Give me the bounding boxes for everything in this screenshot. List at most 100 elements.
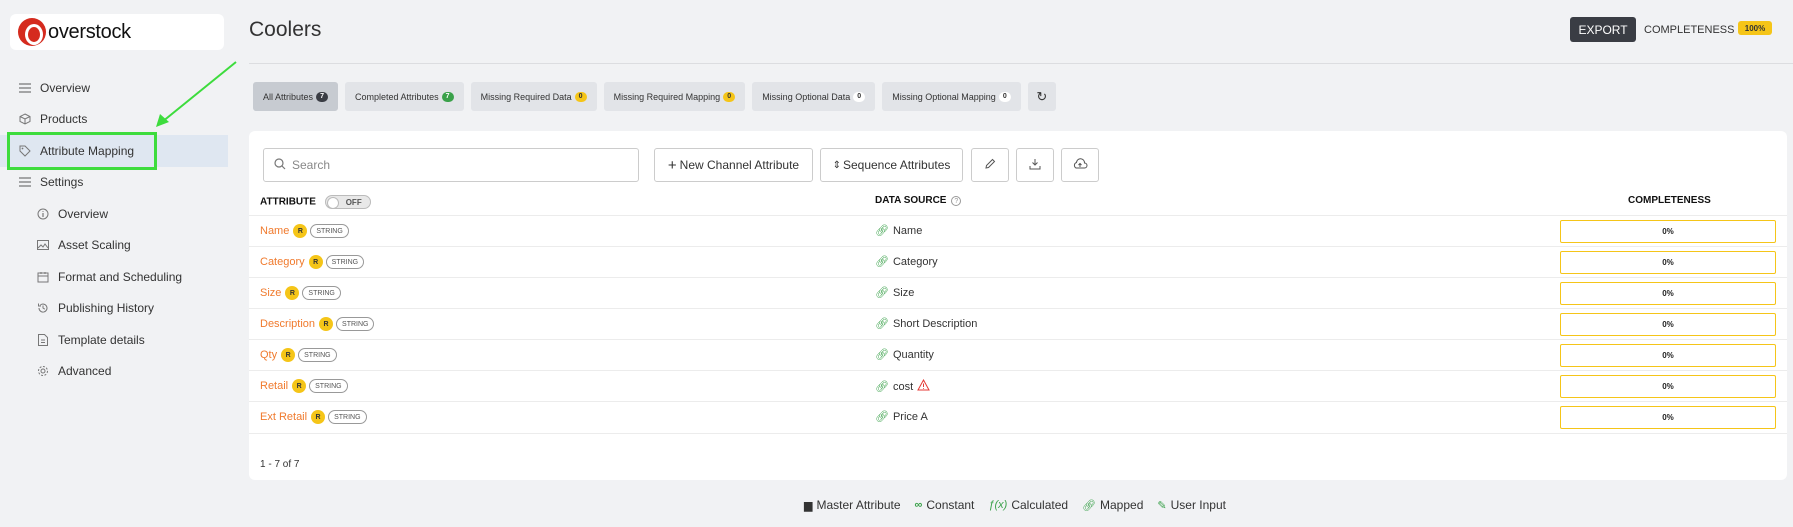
info-icon [36, 207, 50, 221]
tab-missing-required-data[interactable]: Missing Required Data 0 [470, 82, 597, 111]
pagination-info: 1 - 7 of 7 [260, 459, 300, 470]
refresh-button[interactable]: ↻ [1027, 82, 1056, 111]
required-badge: R [285, 286, 300, 300]
type-badge: STRING [325, 255, 365, 269]
table-row: Name R STRING 🔗︎ Name 0% [249, 215, 1787, 246]
sidebar-item-format-scheduling[interactable]: Format and Scheduling [0, 261, 228, 293]
required-badge: R [311, 410, 326, 424]
sidebar-item-publishing-history[interactable]: Publishing History [0, 293, 228, 325]
attribute-toggle[interactable]: OFF [324, 195, 371, 209]
sequence-attributes-button[interactable]: ⇕ Sequence Attributes [820, 148, 963, 182]
export-button[interactable]: EXPORT [1570, 17, 1636, 42]
sidebar-item-advanced[interactable]: Advanced [0, 356, 228, 388]
sidebar-item-label: Format and Scheduling [58, 269, 183, 284]
sidebar-item-label: Overview [40, 80, 91, 95]
sidebar-item-asset-scaling[interactable]: Asset Scaling [0, 230, 228, 262]
link-icon: 🔗︎ [875, 411, 889, 423]
legend-item-calculated: ƒ(x) Calculated [988, 498, 1068, 512]
menu-icon [18, 81, 32, 95]
search-input[interactable]: Search [263, 148, 639, 182]
data-source-value[interactable]: Price A [893, 411, 928, 423]
master-icon: ▆ [804, 499, 813, 512]
tab-missing-required-mapping[interactable]: Missing Required Mapping 0 [603, 82, 746, 111]
table-row: Category R STRING 🔗︎ Category 0% [249, 246, 1787, 277]
attribute-link[interactable]: Description [260, 318, 315, 330]
annotation-highlight-box [7, 132, 157, 170]
cloud-upload-icon [1072, 157, 1088, 173]
button-label: Sequence Attributes [842, 158, 951, 172]
tab-label: All Attributes [263, 91, 314, 102]
type-badge: STRING [336, 317, 375, 331]
sidebar-item-label: Asset Scaling [58, 238, 131, 253]
data-source-value[interactable]: cost [893, 381, 913, 393]
data-source-value[interactable]: Size [893, 287, 914, 299]
attribute-link[interactable]: Name [260, 225, 289, 237]
tab-count: 7 [316, 91, 329, 102]
column-header-label: ATTRIBUTE [260, 196, 316, 208]
tab-all-attributes[interactable]: All Attributes 7 [253, 82, 339, 111]
legend-label: User Input [1170, 498, 1226, 512]
table-row: Ext Retail R STRING 🔗︎ Price A 0% [249, 401, 1787, 432]
calendar-icon [36, 270, 50, 284]
edit-button[interactable] [971, 148, 1009, 182]
help-icon[interactable]: ? [951, 196, 962, 206]
data-source-value[interactable]: Category [893, 256, 938, 268]
type-badge: STRING [298, 348, 337, 362]
search-icon [274, 157, 286, 173]
new-channel-attribute-button[interactable]: + New Channel Attribute [654, 148, 813, 182]
history-icon [36, 301, 50, 315]
function-icon: ƒ(x) [988, 499, 1008, 511]
table-bottom-divider [249, 433, 1787, 434]
logo[interactable]: overstock [10, 14, 224, 50]
column-header-completeness: COMPLETENESS [1628, 195, 1711, 206]
page-title: Coolers [249, 18, 322, 41]
logo-text: overstock [48, 20, 131, 43]
search-placeholder: Search [292, 158, 331, 172]
cloud-upload-button[interactable] [1061, 148, 1099, 182]
required-badge: R [308, 255, 323, 269]
required-badge: R [281, 348, 296, 362]
tab-label: Completed Attributes [355, 91, 439, 102]
sidebar-item-label: Overview [58, 206, 109, 221]
gear-icon [36, 364, 50, 378]
attribute-link[interactable]: Category [260, 256, 305, 268]
column-header-data-source: DATA SOURCE ? [875, 195, 962, 206]
completeness-label: COMPLETENESS [1644, 24, 1735, 36]
sidebar-item-settings-overview[interactable]: Overview [0, 198, 228, 230]
table-row: Qty R STRING 🔗︎ Quantity 0% [249, 339, 1787, 370]
link-icon: 🔗︎ [875, 287, 889, 299]
sidebar-item-label: Settings [40, 175, 84, 190]
link-icon: 🔗︎ [875, 381, 889, 393]
menu-icon [18, 175, 32, 189]
tab-missing-optional-mapping[interactable]: Missing Optional Mapping 0 [882, 82, 1021, 111]
data-source-value[interactable]: Name [893, 225, 922, 237]
sidebar-item-settings[interactable]: Settings [0, 167, 228, 199]
sidebar-item-label: Products [40, 112, 88, 127]
completeness-badge: 100% [1738, 21, 1772, 35]
completeness-bar: 0% [1560, 344, 1776, 367]
download-button[interactable] [1016, 148, 1054, 182]
overstock-logo-icon [18, 18, 46, 46]
tab-missing-optional-data[interactable]: Missing Optional Data 0 [752, 82, 876, 111]
attribute-link[interactable]: Retail [260, 380, 288, 392]
attribute-link[interactable]: Ext Retail [260, 411, 307, 423]
table-row: Retail R STRING 🔗︎ cost 0% [249, 370, 1787, 401]
link-icon: 🔗︎ [875, 349, 889, 361]
toggle-label: OFF [345, 197, 362, 207]
button-label: New Channel Attribute [679, 158, 800, 172]
tab-label: Missing Optional Mapping [892, 91, 996, 102]
legend-item-mapped: 🔗︎ Mapped [1082, 498, 1143, 512]
legend-label: Master Attribute [816, 498, 901, 512]
type-badge: STRING [328, 410, 367, 424]
data-source-value[interactable]: Quantity [893, 349, 934, 361]
sidebar-item-template-details[interactable]: Template details [0, 324, 228, 356]
header-divider [249, 63, 1793, 64]
image-icon [36, 238, 50, 252]
annotation-arrow-icon [156, 61, 237, 127]
attribute-link[interactable]: Size [260, 287, 281, 299]
data-source-value[interactable]: Short Description [893, 318, 977, 330]
sidebar-item-label: Publishing History [58, 301, 155, 316]
box-icon [18, 112, 32, 126]
attribute-link[interactable]: Qty [260, 349, 277, 361]
tab-completed-attributes[interactable]: Completed Attributes 7 [345, 82, 464, 111]
